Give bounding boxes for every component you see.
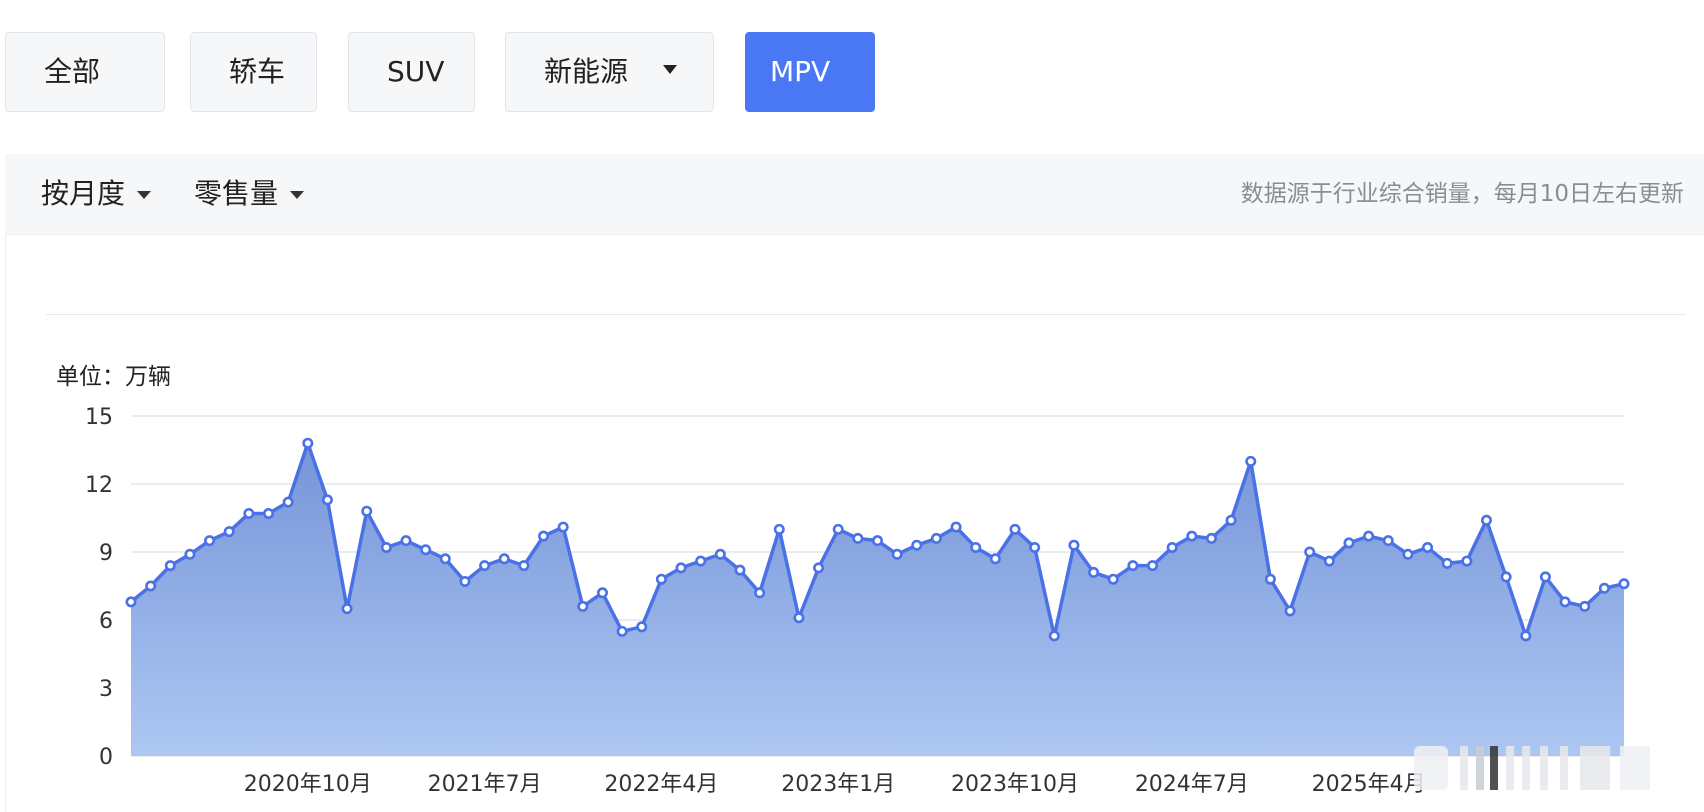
data-point (1107, 573, 1119, 585)
data-point (498, 553, 510, 565)
data-point (125, 596, 137, 608)
data-point (1029, 541, 1041, 553)
data-point (302, 437, 314, 449)
data-point (970, 541, 982, 553)
data-point (184, 548, 196, 560)
data-point (1363, 530, 1375, 542)
data-point (557, 521, 569, 533)
sales-area-chart: 2020年10月 2021年7月 2022年4月 2023年1月 2023年10月 202… (85, 405, 1630, 797)
data-point (1461, 555, 1473, 567)
data-point (145, 580, 157, 592)
data-point (1127, 560, 1139, 572)
y-tick-label: 12 (85, 473, 113, 498)
data-point (1225, 514, 1237, 526)
data-point (518, 560, 530, 572)
data-point (734, 564, 746, 576)
data-point (950, 521, 962, 533)
data-point (1402, 548, 1414, 560)
x-tick-label: 2022年4月 (604, 772, 718, 797)
data-point (636, 621, 648, 633)
watermark-logo (1414, 746, 1650, 790)
data-point (891, 548, 903, 560)
data-point (1559, 596, 1571, 608)
data-point (714, 548, 726, 560)
data-point (773, 523, 785, 535)
data-point (204, 535, 216, 547)
data-point (616, 625, 628, 637)
data-point (538, 530, 550, 542)
data-point (832, 523, 844, 535)
data-point (1284, 605, 1296, 617)
data-point (1579, 600, 1591, 612)
data-point (1343, 537, 1355, 549)
data-point (930, 532, 942, 544)
data-point (1205, 532, 1217, 544)
data-point (479, 560, 491, 572)
data-point (439, 553, 451, 565)
data-point (989, 553, 1001, 565)
area-fill (131, 443, 1624, 756)
data-point (675, 562, 687, 574)
data-point (1480, 514, 1492, 526)
x-tick-label: 2020年10月 (244, 772, 372, 797)
data-point (1500, 571, 1512, 583)
data-point (1186, 530, 1198, 542)
y-tick-label: 3 (99, 677, 113, 702)
data-point (1441, 557, 1453, 569)
data-point (1166, 541, 1178, 553)
data-point (754, 587, 766, 599)
data-point (263, 507, 275, 519)
y-tick-label: 9 (99, 541, 113, 566)
data-point (400, 535, 412, 547)
data-point (243, 507, 255, 519)
data-point (1245, 455, 1257, 467)
data-point (695, 555, 707, 567)
data-point (1068, 539, 1080, 551)
data-point (1539, 571, 1551, 583)
y-tick-label: 0 (99, 745, 113, 770)
data-point (577, 600, 589, 612)
data-point (1147, 560, 1159, 572)
data-point (164, 560, 176, 572)
data-point (1382, 535, 1394, 547)
data-point (911, 539, 923, 551)
data-point (361, 505, 373, 517)
data-point (871, 535, 883, 547)
data-point (1048, 630, 1060, 642)
data-point (1009, 523, 1021, 535)
data-point (813, 562, 825, 574)
data-point (380, 541, 392, 553)
data-point (596, 587, 608, 599)
data-point (1304, 546, 1316, 558)
data-point (1520, 630, 1532, 642)
y-tick-label: 15 (85, 405, 113, 430)
x-tick-label: 2023年1月 (781, 772, 895, 797)
data-point (459, 575, 471, 587)
x-tick-label: 2021年7月 (428, 772, 542, 797)
data-point (1088, 566, 1100, 578)
x-tick-label: 2025年4月 (1312, 772, 1426, 797)
data-point (341, 603, 353, 615)
data-point (1598, 582, 1610, 594)
data-point (1618, 578, 1630, 590)
data-point (1422, 541, 1434, 553)
data-point (1323, 555, 1335, 567)
x-tick-label: 2024年7月 (1135, 772, 1249, 797)
data-point (655, 573, 667, 585)
data-point (321, 494, 333, 506)
x-tick-label: 2023年10月 (951, 772, 1079, 797)
data-point (852, 532, 864, 544)
data-point (1264, 573, 1276, 585)
data-point (793, 612, 805, 624)
y-tick-label: 6 (99, 609, 113, 634)
data-point (420, 544, 432, 556)
data-point (282, 496, 294, 508)
data-point (223, 526, 235, 538)
